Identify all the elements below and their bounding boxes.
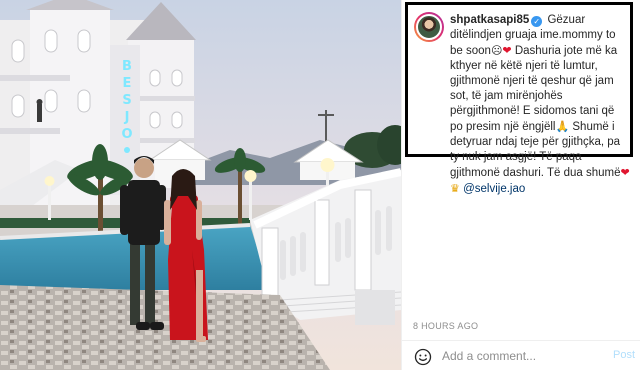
avatar-image: [416, 14, 442, 40]
post-image: B E S J O: [0, 0, 401, 370]
comment-bar: Post: [402, 340, 640, 370]
praying-hands-icon: 🙏: [555, 120, 570, 133]
avatar[interactable]: [414, 12, 444, 42]
sign-letter: E: [123, 76, 132, 91]
post-timestamp[interactable]: 8 HOURS AGO: [413, 321, 478, 331]
caption-line-2: Dashuria jote më ka kthyer në këtë njeri…: [450, 45, 618, 133]
sign-letter: O: [121, 127, 132, 142]
username-link[interactable]: shpatkasapi85: [450, 14, 529, 26]
sign-letter: B: [122, 59, 132, 74]
mention-link[interactable]: @selvije.jao: [463, 183, 525, 195]
caption-box: shpatkasapi85 ✓ Gëzuar ditëlindjen gruaja…: [405, 2, 633, 195]
sign-letter: J: [124, 110, 130, 125]
heart-icon: ❤: [620, 166, 630, 179]
post-photo[interactable]: B E S J O: [0, 0, 401, 370]
heart-icon: ❤: [502, 44, 512, 57]
sign-letter: S: [122, 93, 131, 108]
sad-face-icon: ☹: [490, 44, 503, 57]
verified-badge-icon: ✓: [531, 16, 543, 27]
smiley-icon[interactable]: [414, 348, 432, 366]
crown-icon: ♛: [450, 182, 460, 195]
post-comment-button[interactable]: Post: [613, 349, 635, 361]
post-side-panel: shpatkasapi85 ✓ Gëzuar ditëlindjen gruaja…: [401, 0, 640, 370]
comment-input[interactable]: [442, 347, 602, 365]
caption: shpatkasapi85 ✓ Gëzuar ditëlindjen gruaja…: [450, 13, 630, 197]
